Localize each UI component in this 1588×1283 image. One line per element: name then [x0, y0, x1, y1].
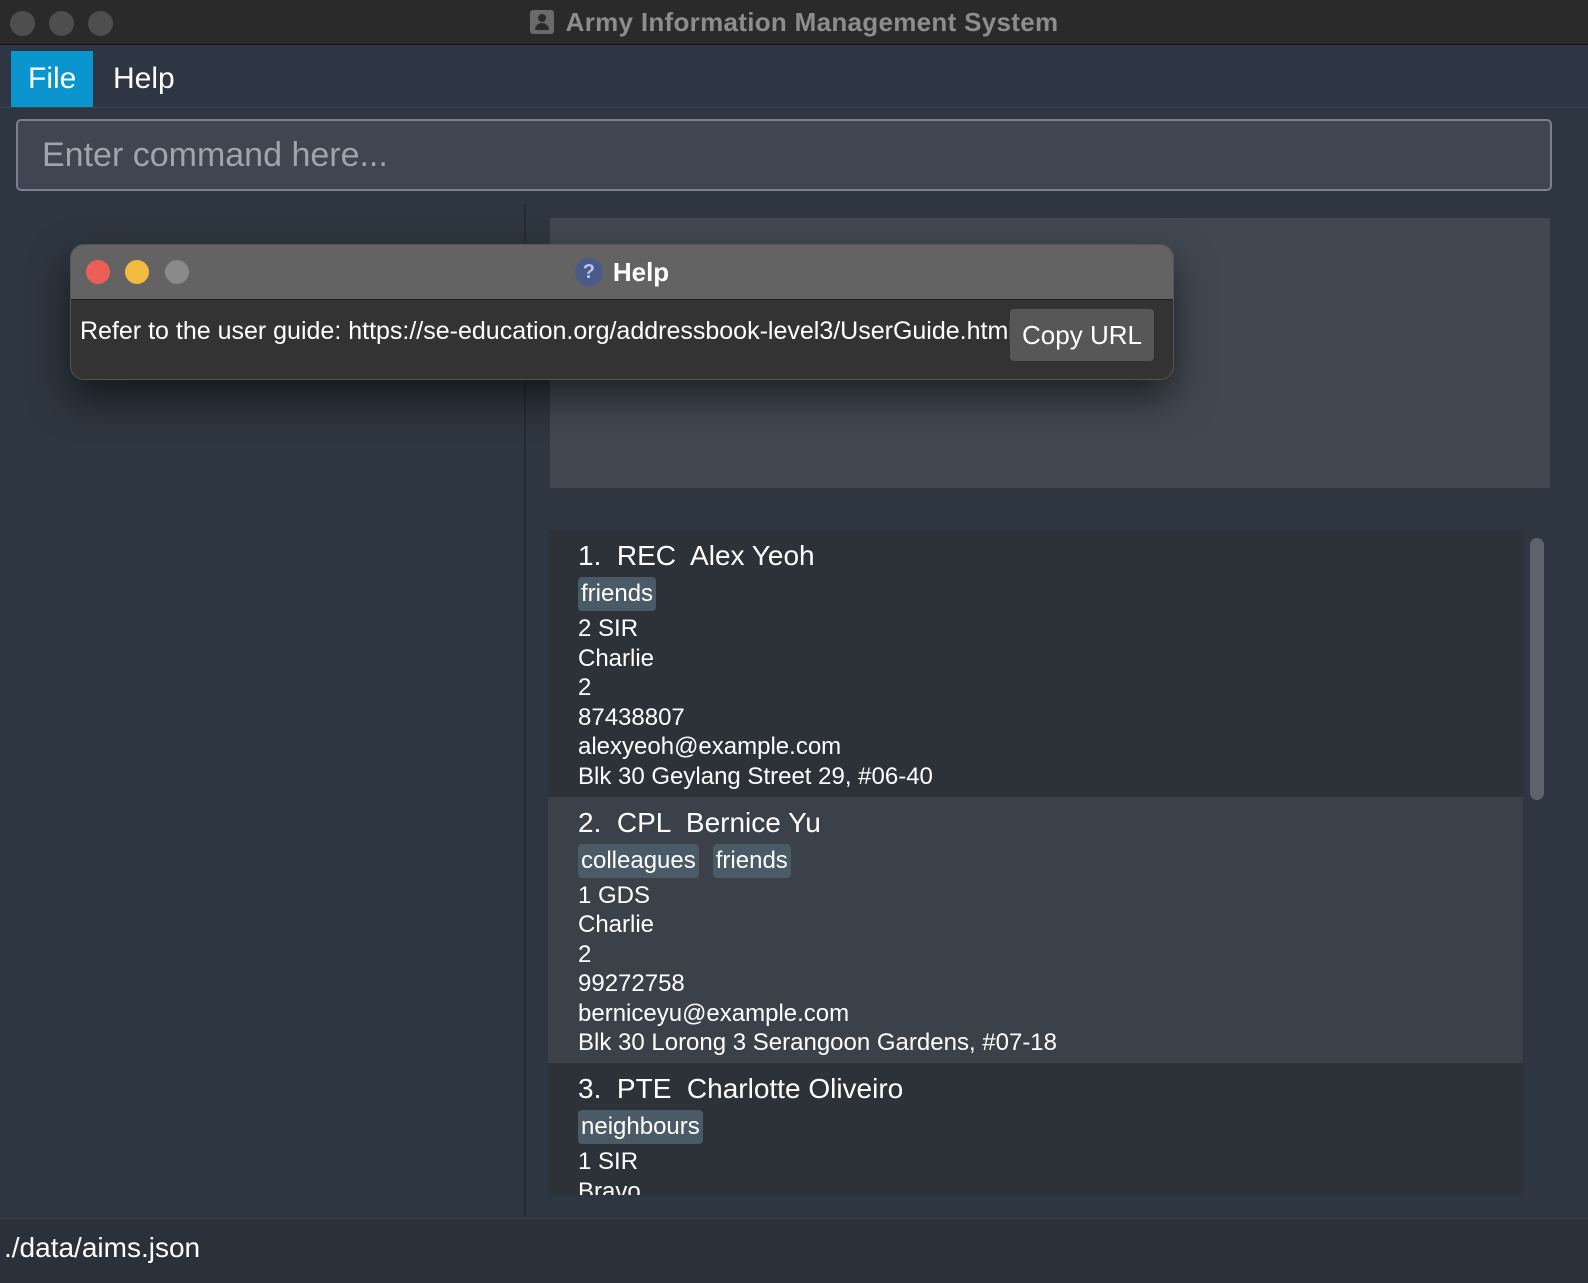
- person-phone: 99272758: [578, 970, 685, 998]
- person-platoon: 2: [578, 940, 592, 968]
- person-header: 2. CPL Bernice Yu: [578, 806, 821, 838]
- person-card[interactable]: 2. CPL Bernice Yu colleagues friends 1 G…: [548, 796, 1523, 1063]
- person-card[interactable]: 1. REC Alex Yeoh friends 2 SIR Charlie 2…: [548, 530, 1523, 797]
- person-platoon: 2: [578, 674, 592, 702]
- tag-list: colleagues friends: [578, 843, 1493, 878]
- help-dialog-titlebar: ? Help: [71, 245, 1173, 300]
- window-titlebar: Army Information Management System: [0, 0, 1588, 45]
- person-unit: 1 SIR: [578, 1148, 639, 1175]
- menu-bar: File Help: [0, 45, 1588, 108]
- person-address: Blk 30 Lorong 3 Serangoon Gardens, #07-1…: [578, 1029, 1058, 1057]
- help-icon: ?: [574, 258, 603, 286]
- help-message: Refer to the user guide: https://se-educ…: [80, 317, 1014, 345]
- person-address: Blk 30 Geylang Street 29, #06-40: [578, 762, 933, 790]
- save-location: ./data/aims.json: [4, 1232, 201, 1263]
- person-unit: 2 SIR: [578, 615, 639, 642]
- status-bar: ./data/aims.json: [0, 1218, 1588, 1283]
- person-company: Bravo: [578, 1177, 641, 1195]
- person-phone: 87438807: [578, 703, 685, 731]
- tag: colleagues: [578, 843, 699, 878]
- person-header: 3. PTE Charlotte Oliveiro: [578, 1073, 904, 1104]
- list-scrollbar[interactable]: [1530, 538, 1544, 800]
- person-header: 1. REC Alex Yeoh: [578, 540, 815, 571]
- menu-file[interactable]: File: [11, 51, 94, 107]
- window-title: Army Information Management System: [565, 6, 1059, 37]
- person-company: Charlie: [578, 644, 655, 672]
- help-dialog-title: Help: [612, 256, 670, 287]
- tag: friends: [712, 843, 791, 878]
- tag-list: friends: [578, 577, 1493, 611]
- command-input[interactable]: [18, 121, 1550, 189]
- person-card[interactable]: 3. PTE Charlotte Oliveiro neighbours 1 S…: [548, 1063, 1523, 1195]
- menu-help[interactable]: Help: [96, 51, 192, 107]
- help-dialog: ? Help Refer to the user guide: https://…: [70, 244, 1174, 380]
- tag: neighbours: [578, 1110, 703, 1144]
- app-icon: [529, 10, 554, 34]
- person-unit: 1 GDS: [578, 881, 651, 909]
- person-list[interactable]: 1. REC Alex Yeoh friends 2 SIR Charlie 2…: [548, 530, 1523, 1195]
- person-email: berniceyu@example.com: [578, 999, 850, 1027]
- command-box: [16, 119, 1552, 191]
- tag: friends: [578, 577, 657, 611]
- person-email: alexyeoh@example.com: [578, 733, 842, 761]
- person-company: Charlie: [578, 911, 655, 939]
- tag-list: neighbours: [578, 1110, 1493, 1144]
- copy-url-button[interactable]: Copy URL: [1010, 309, 1154, 361]
